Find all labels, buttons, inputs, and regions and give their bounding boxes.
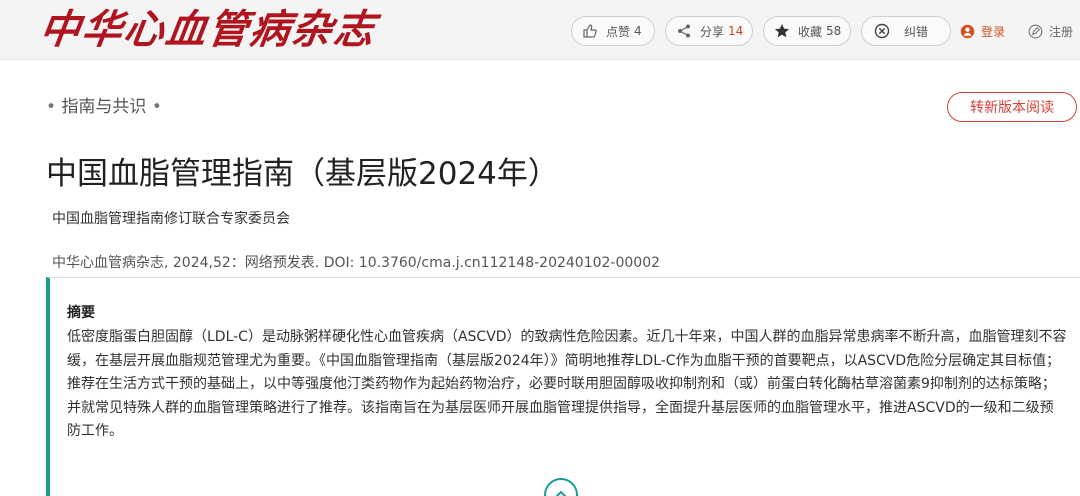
article-citation: 中华心血管病杂志, 2024,52：网络预发表. DOI: 10.3760/cm… <box>52 255 661 271</box>
expand-toggle-button[interactable] <box>544 478 578 496</box>
share-icon <box>676 23 692 39</box>
favorite-button[interactable]: 收藏 58 <box>763 16 851 46</box>
login-link[interactable]: 登录 <box>960 16 1005 46</box>
star-icon <box>774 23 790 39</box>
journal-logo[interactable]: 中华心血管病杂志 <box>37 6 380 54</box>
chevron-up-icon <box>552 486 570 496</box>
top-bar: 中华心血管病杂志 点赞 4 分享 14 收藏 58 纠错 登录 注册 <box>0 0 1080 60</box>
article-authors[interactable]: 中国血脂管理指南修订联合专家委员会 <box>52 208 290 228</box>
user-icon <box>960 24 975 39</box>
abstract-heading: 摘要 <box>67 305 95 321</box>
section-label: • 指南与共识 • <box>46 97 162 117</box>
abstract-panel: 摘要 低密度脂蛋白胆固醇（LDL-C）是动脉粥样硬化性心血管疾病（ASCVD）的… <box>46 277 1080 496</box>
correct-button[interactable]: 纠错 <box>861 16 951 46</box>
article-title: 中国血脂管理指南（基层版2024年） <box>46 156 559 192</box>
abstract-text: 低密度脂蛋白胆固醇（LDL-C）是动脉粥样硬化性心血管疾病（ASCVD）的致病性… <box>67 329 1067 439</box>
like-button[interactable]: 点赞 4 <box>571 16 655 46</box>
share-button[interactable]: 分享 14 <box>665 16 753 46</box>
thumbs-up-icon <box>582 23 598 39</box>
new-version-button[interactable]: 转新版本阅读 <box>947 92 1077 122</box>
pencil-icon <box>1028 24 1043 39</box>
register-link[interactable]: 注册 <box>1028 16 1073 46</box>
close-circle-icon <box>874 23 890 39</box>
